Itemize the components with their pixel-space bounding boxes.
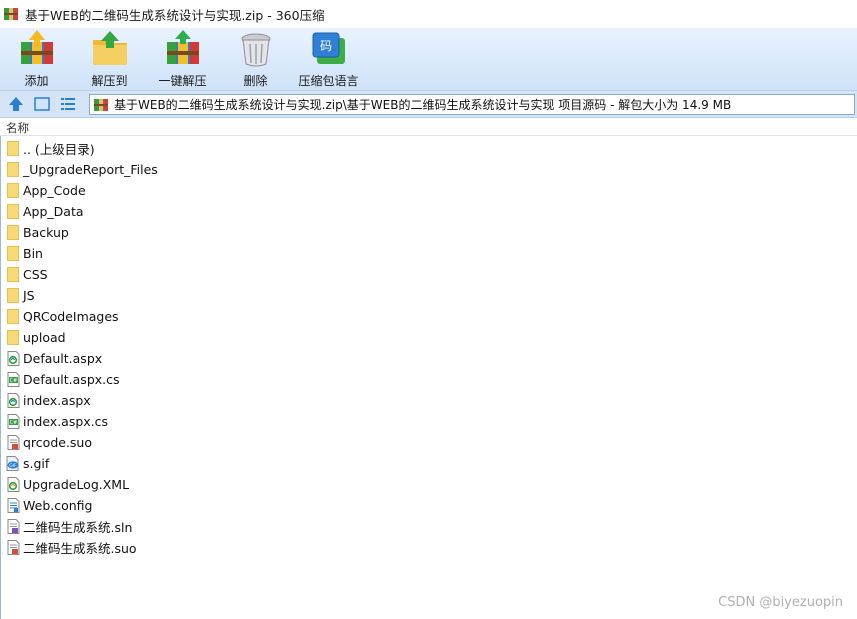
add-archive-icon: [20, 30, 53, 64]
list-item-name: QRCodeImages: [23, 309, 119, 324]
extract-to-label: 解压到: [91, 74, 128, 88]
list-item[interactable]: App_Code: [0, 180, 857, 201]
list-item[interactable]: .. (上级目录): [0, 138, 857, 159]
one-click-extract-label: 一键解压: [158, 74, 207, 88]
list-item-name: Default.aspx.cs: [23, 372, 120, 387]
list-item-name: s.gif: [23, 456, 50, 471]
delete-button[interactable]: 删除: [219, 28, 292, 90]
archive-language-icon: 码: [312, 32, 345, 64]
folder-icon: [6, 309, 20, 325]
toolbar: 添加 解压到 一键解压 删除 码 压缩包语言: [0, 28, 857, 90]
list-item[interactable]: UpgradeLog.XML: [0, 474, 857, 495]
folder-icon: [6, 141, 20, 157]
one-click-extract-button[interactable]: 一键解压: [146, 28, 219, 90]
list-item[interactable]: App_Data: [0, 201, 857, 222]
title-bar: 基于WEB的二维码生成系统设计与实现.zip - 360压缩: [0, 0, 857, 28]
list-item[interactable]: GIF s.gif: [0, 453, 857, 474]
delete-label: 删除: [243, 74, 268, 88]
list-item-name: Backup: [23, 225, 69, 240]
folder-icon: [6, 246, 20, 262]
column-header-name[interactable]: 名称: [6, 120, 29, 136]
archive-window: 基于WEB的二维码生成系统设计与实现.zip - 360压缩 添加 解压到 一键…: [0, 0, 857, 619]
extract-to-button[interactable]: 解压到: [73, 28, 146, 90]
file-list: .. (上级目录) _UpgradeReport_Files App_Code App…: [0, 138, 857, 558]
folder-icon: [6, 162, 20, 178]
add-label: 添加: [24, 74, 49, 88]
list-item-name: CSS: [23, 267, 48, 282]
list-item[interactable]: C# index.aspx.cs: [0, 411, 857, 432]
list-item-name: UpgradeLog.XML: [23, 477, 130, 492]
sln-file-icon: [6, 519, 20, 535]
folder-icon: [6, 267, 20, 283]
suo-file-icon: [6, 435, 20, 451]
column-header: 名称: [0, 118, 857, 136]
path-field[interactable]: 基于WEB的二维码生成系统设计与实现.zip\基于WEB的二维码生成系统设计与实…: [89, 94, 855, 115]
list-item-name: qrcode.suo: [23, 435, 93, 450]
list-item-name: .. (上级目录): [23, 142, 95, 157]
archive-app-icon: [3, 6, 19, 22]
list-item-name: 二维码生成系统.sln: [23, 520, 133, 535]
list-item-name: App_Code: [23, 183, 86, 198]
list-item-name: _UpgradeReport_Files: [23, 162, 158, 177]
list-item-name: Default.aspx: [23, 351, 103, 366]
add-button[interactable]: 添加: [0, 28, 73, 90]
list-item[interactable]: CSS: [0, 264, 857, 285]
list-item[interactable]: Web.config: [0, 495, 857, 516]
list-item[interactable]: qrcode.suo: [0, 432, 857, 453]
list-item-name: JS: [23, 288, 35, 303]
csharp-file-icon: C#: [6, 372, 20, 388]
list-item[interactable]: JS: [0, 285, 857, 306]
list-item-name: upload: [23, 330, 66, 345]
list-item-name: 二维码生成系统.suo: [23, 541, 137, 556]
aspx-file-icon: [6, 351, 20, 367]
list-item-name: Bin: [23, 246, 43, 261]
delete-bin-icon: [241, 33, 270, 67]
list-item[interactable]: Backup: [0, 222, 857, 243]
list-item-name: index.aspx.cs: [23, 414, 109, 429]
path-text: 基于WEB的二维码生成系统设计与实现.zip\基于WEB的二维码生成系统设计与实…: [114, 98, 732, 112]
suo-file-icon: [6, 540, 20, 556]
up-arrow-icon[interactable]: [6, 94, 26, 114]
svg-text:C#: C#: [9, 378, 17, 384]
thumbnail-view-icon[interactable]: [32, 94, 52, 114]
archive-path-icon: [93, 97, 109, 113]
gif-file-icon: GIF: [6, 456, 20, 472]
list-item[interactable]: upload: [0, 327, 857, 348]
archive-language-button[interactable]: 码 压缩包语言: [292, 28, 365, 90]
folder-icon: [6, 330, 20, 346]
folder-icon: [6, 225, 20, 241]
extract-to-icon: [92, 31, 127, 65]
csharp-file-icon: C#: [6, 414, 20, 430]
svg-text:码: 码: [319, 39, 331, 53]
list-item[interactable]: 二维码生成系统.sln: [0, 516, 857, 537]
list-item[interactable]: QRCodeImages: [0, 306, 857, 327]
svg-text:C#: C#: [9, 420, 17, 426]
svg-text:GIF: GIF: [9, 463, 17, 469]
aspx-file-icon: [6, 393, 20, 409]
window-title: 基于WEB的二维码生成系统设计与实现.zip - 360压缩: [25, 7, 325, 23]
config-file-icon: [6, 498, 20, 514]
list-item[interactable]: Default.aspx: [0, 348, 857, 369]
list-item[interactable]: Bin: [0, 243, 857, 264]
one-click-extract-icon: [166, 30, 199, 64]
list-item[interactable]: index.aspx: [0, 390, 857, 411]
folder-icon: [6, 183, 20, 199]
list-item[interactable]: _UpgradeReport_Files: [0, 159, 857, 180]
list-item-name: App_Data: [23, 204, 84, 219]
list-item[interactable]: 二维码生成系统.suo: [0, 537, 857, 558]
list-item-name: Web.config: [23, 498, 93, 513]
list-item-name: index.aspx: [23, 393, 91, 408]
address-bar: 基于WEB的二维码生成系统设计与实现.zip\基于WEB的二维码生成系统设计与实…: [0, 90, 857, 118]
folder-icon: [6, 288, 20, 304]
archive-language-label: 压缩包语言: [298, 74, 359, 88]
watermark: CSDN @biyezuopin: [718, 595, 843, 610]
folder-icon: [6, 204, 20, 220]
xml-file-icon: [6, 477, 20, 493]
list-item[interactable]: C# Default.aspx.cs: [0, 369, 857, 390]
list-view-icon[interactable]: [58, 94, 78, 114]
